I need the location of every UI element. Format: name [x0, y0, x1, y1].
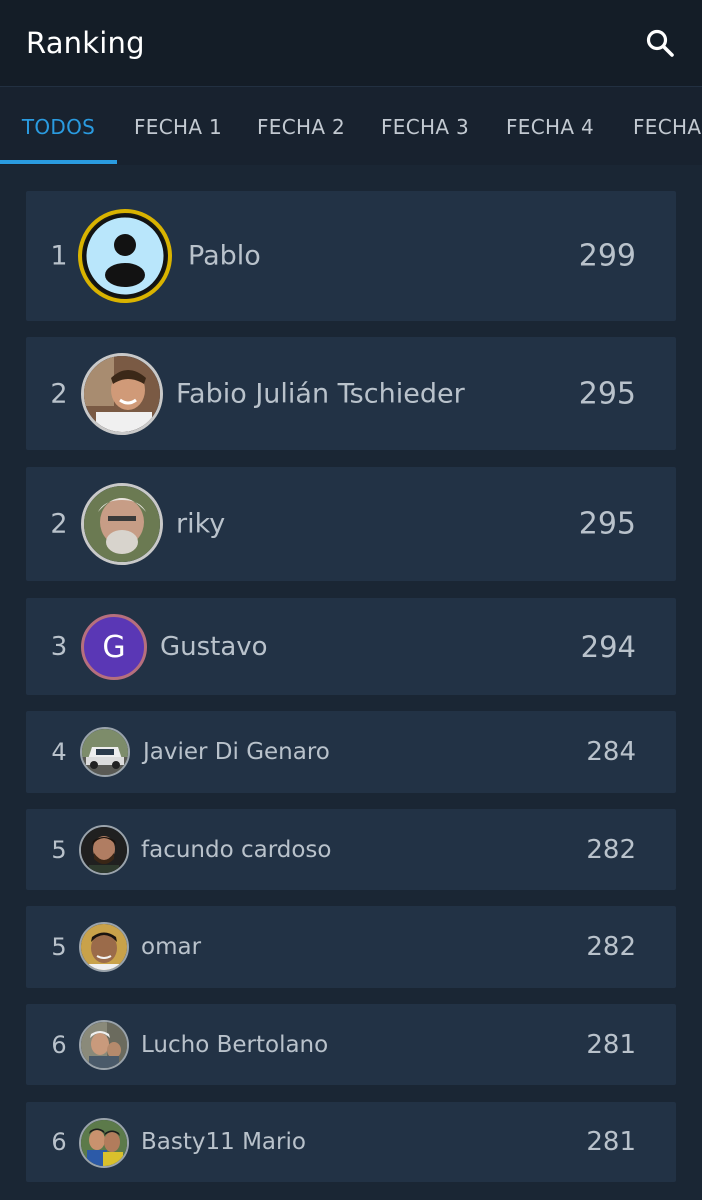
- player-score: 282: [586, 932, 636, 962]
- player-name: omar: [141, 934, 202, 960]
- user-photo-icon: [84, 486, 160, 562]
- player-name: riky: [176, 508, 226, 540]
- player-name: Lucho Bertolano: [141, 1031, 329, 1058]
- tab-fecha-2[interactable]: FECHA 2: [239, 87, 363, 165]
- player-score: 282: [586, 834, 636, 865]
- ranking-row[interactable]: 5 omar 282: [26, 906, 676, 988]
- player-score: 281: [586, 1127, 636, 1157]
- ranking-row[interactable]: 1 Pablo 299: [26, 191, 676, 321]
- ranking-row[interactable]: 5 facundo cardoso 282: [26, 809, 676, 890]
- avatar-photo: [80, 727, 130, 777]
- active-tab-indicator: [0, 160, 117, 164]
- avatar-letter: G: [81, 614, 147, 680]
- player-score: 295: [578, 506, 636, 542]
- player-score: 294: [580, 629, 636, 664]
- player-name: Javier Di Genaro: [143, 739, 330, 765]
- user-photo-icon: [81, 924, 127, 970]
- user-photo-icon: [81, 1120, 127, 1166]
- player-name: Pablo: [188, 240, 261, 272]
- tab-fecha-1[interactable]: FECHA 1: [117, 87, 239, 165]
- avatar-photo: [81, 353, 163, 435]
- tab-fecha-3[interactable]: FECHA 3: [363, 87, 487, 165]
- ranking-row[interactable]: 6 Basty11 Mario 281: [26, 1102, 676, 1182]
- ranking-row[interactable]: 2 Fabio Julián Tschieder 295: [26, 337, 676, 450]
- avatar-photo: [79, 1118, 129, 1168]
- avatar-photo: [81, 483, 163, 565]
- tab-bar: TODOS FECHA 1 FECHA 2 FECHA 3 FECHA 4 FE…: [0, 86, 702, 165]
- ranking-row[interactable]: 6 Lucho Bertolano 281: [26, 1004, 676, 1085]
- player-score: 284: [586, 737, 636, 767]
- player-score: 295: [578, 376, 636, 411]
- search-button[interactable]: [640, 23, 680, 63]
- ranking-row[interactable]: 4 Javier Di Genaro 284: [26, 711, 676, 793]
- person-icon: [83, 214, 167, 298]
- user-photo-icon: [81, 827, 127, 873]
- avatar-default: [78, 209, 172, 303]
- player-name: facundo cardoso: [141, 836, 332, 863]
- player-name: Fabio Julián Tschieder: [176, 378, 465, 409]
- app-bar: Ranking: [0, 0, 702, 86]
- player-score: 299: [578, 238, 636, 274]
- player-name: Basty11 Mario: [141, 1129, 306, 1155]
- avatar-photo: [79, 1020, 129, 1070]
- car-photo-icon: [82, 729, 128, 775]
- avatar-photo: [79, 922, 129, 972]
- ranking-row[interactable]: 3 G Gustavo 294: [26, 598, 676, 695]
- player-score: 281: [586, 1029, 636, 1060]
- ranking-row[interactable]: 2 riky 295: [26, 467, 676, 581]
- user-photo-icon: [81, 1022, 127, 1068]
- search-icon: [646, 29, 674, 57]
- tab-fecha-4[interactable]: FECHA 4: [487, 87, 613, 165]
- tab-fecha-5[interactable]: FECHA: [613, 87, 702, 165]
- page-title: Ranking: [26, 26, 145, 60]
- avatar-initial: G: [102, 629, 126, 665]
- player-name: Gustavo: [160, 631, 268, 662]
- avatar-photo: [79, 825, 129, 875]
- user-photo-icon: [84, 356, 160, 432]
- tab-todos[interactable]: TODOS: [0, 87, 117, 165]
